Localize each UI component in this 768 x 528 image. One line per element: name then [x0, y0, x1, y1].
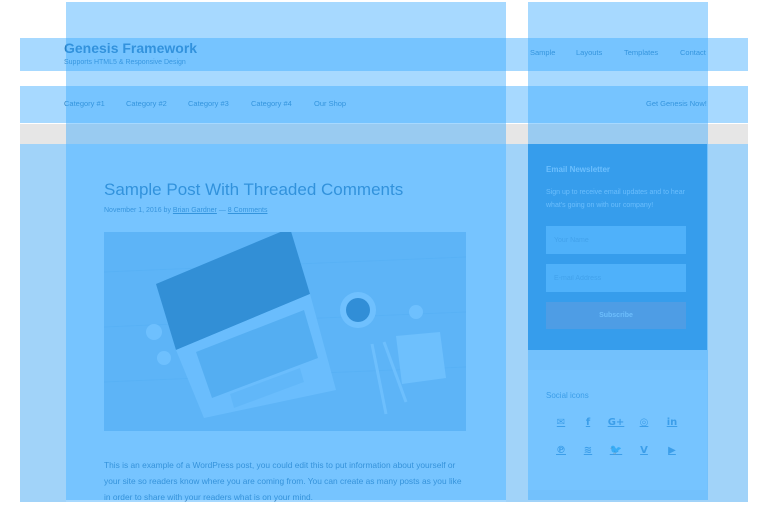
- nav-item-category-3[interactable]: Category #3: [188, 99, 229, 108]
- post-comments-link[interactable]: 8 Comments: [228, 207, 268, 214]
- post-featured-image: [104, 232, 466, 431]
- nav-item-category-2[interactable]: Category #2: [126, 99, 167, 108]
- nav-item-sample[interactable]: Sample: [530, 48, 555, 57]
- google-plus-icon[interactable]: G+: [606, 412, 626, 432]
- desk-laptop-illustration: [104, 232, 466, 431]
- post-title[interactable]: Sample Post With Threaded Comments: [104, 180, 403, 200]
- linkedin-icon[interactable]: in: [662, 412, 682, 432]
- pinterest-icon[interactable]: ℗: [551, 440, 571, 460]
- post-meta: November 1, 2016 by Brian Gardner — 8 Co…: [104, 207, 267, 214]
- subscribe-button[interactable]: Subscribe: [546, 302, 686, 329]
- email-icon[interactable]: ✉: [551, 412, 571, 432]
- twitter-icon[interactable]: 🐦: [606, 440, 626, 460]
- instagram-icon[interactable]: ◎: [634, 412, 654, 432]
- nav-item-category-4[interactable]: Category #4: [251, 99, 292, 108]
- youtube-icon[interactable]: ▶: [662, 440, 682, 460]
- get-genesis-link[interactable]: Get Genesis Now!: [646, 99, 707, 108]
- newsletter-description: Sign up to receive email updates and to …: [546, 189, 685, 209]
- post-meta-separator: —: [218, 207, 226, 214]
- newsletter-title: Email Newsletter: [546, 165, 611, 174]
- newsletter-email-input[interactable]: [546, 264, 686, 292]
- social-widget-title: Social icons: [546, 391, 589, 400]
- newsletter-name-input[interactable]: [546, 226, 686, 254]
- post-author-link[interactable]: Brian Gardner: [173, 207, 217, 214]
- facebook-icon[interactable]: f: [578, 412, 598, 432]
- site-description: Supports HTML5 & Responsive Design: [64, 59, 186, 66]
- post-by: by: [163, 207, 171, 214]
- post-excerpt: This is an example of a WordPress post, …: [104, 460, 462, 502]
- post-date: November 1, 2016: [104, 207, 162, 214]
- rss-icon[interactable]: ≋: [578, 440, 598, 460]
- header-divider-strip: [20, 124, 748, 144]
- nav-item-category-1[interactable]: Category #1: [64, 99, 105, 108]
- nav-item-our-shop[interactable]: Our Shop: [314, 99, 346, 108]
- nav-item-layouts[interactable]: Layouts: [576, 48, 602, 57]
- nav-item-templates[interactable]: Templates: [624, 48, 658, 57]
- vimeo-icon[interactable]: V: [634, 440, 654, 460]
- nav-item-contact[interactable]: Contact: [680, 48, 706, 57]
- site-title[interactable]: Genesis Framework: [64, 40, 197, 56]
